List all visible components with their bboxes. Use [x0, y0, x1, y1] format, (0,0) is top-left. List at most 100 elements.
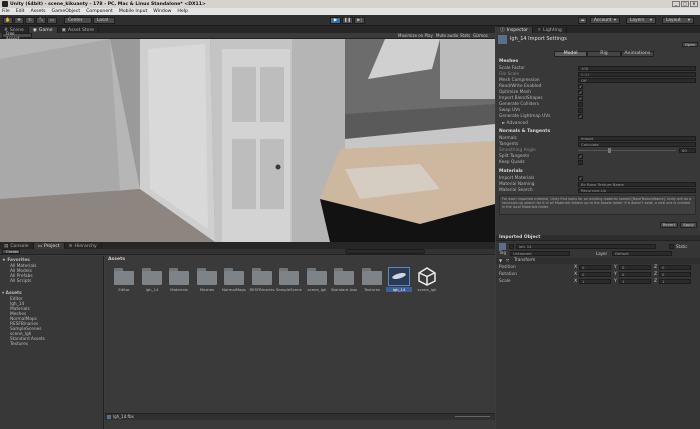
- rotate-tool-button[interactable]: ↻: [25, 17, 35, 24]
- revert-button[interactable]: Revert: [660, 222, 678, 228]
- menu-component[interactable]: Component: [86, 9, 113, 14]
- rect-tool-button[interactable]: ▭: [47, 17, 57, 24]
- folder-icon[interactable]: [279, 268, 299, 285]
- main-toolbar: ✋ ✥ ↻ ⤡ ▭ Center Local ▶ ❚❚ ▶| ☁ Account…: [0, 15, 700, 26]
- step-button[interactable]: ▶|: [354, 17, 365, 24]
- tab-project-label: Project: [43, 243, 60, 249]
- import-materials-checkbox[interactable]: ✓: [578, 176, 583, 181]
- minimize-button[interactable]: _: [672, 1, 680, 7]
- hand-tool-button[interactable]: ✋: [3, 17, 13, 24]
- split-tangents-checkbox[interactable]: ✓: [578, 154, 583, 159]
- menu-assets[interactable]: Assets: [31, 9, 46, 14]
- menu-file[interactable]: File: [2, 9, 10, 14]
- maximize-on-play-toggle[interactable]: Maximize on Play: [398, 33, 433, 38]
- pause-button[interactable]: ❚❚: [342, 17, 353, 24]
- layers-dropdown[interactable]: Layers ▾: [626, 17, 656, 24]
- scale-z-field[interactable]: 1: [659, 279, 691, 284]
- import-blendshapes-checkbox[interactable]: ✓: [578, 96, 583, 101]
- position-z-field[interactable]: 0: [659, 265, 691, 270]
- tab-model[interactable]: Model: [554, 51, 588, 57]
- position-x-field[interactable]: 0: [579, 265, 611, 270]
- layer-dropdown[interactable]: Default: [612, 251, 672, 256]
- account-dropdown[interactable]: Account ▾: [590, 17, 620, 24]
- smoothing-slider-track[interactable]: [578, 150, 676, 151]
- cloud-button[interactable]: ☁: [578, 17, 587, 24]
- smoothing-slider-handle[interactable]: [608, 148, 611, 153]
- static-checkbox[interactable]: [669, 244, 674, 249]
- folder-icon[interactable]: [169, 268, 189, 285]
- object-name-field[interactable]: lgh_14: [516, 244, 656, 249]
- assets-root[interactable]: ▾ Assets: [2, 291, 22, 296]
- layout-dropdown[interactable]: Layout ▾: [662, 17, 694, 24]
- folder-icon[interactable]: [252, 268, 272, 285]
- folder-icon[interactable]: [224, 268, 244, 285]
- folder-icon[interactable]: [197, 268, 217, 285]
- tree-fav-all-scripts[interactable]: All Scripts: [10, 279, 31, 284]
- folder-icon[interactable]: [334, 268, 354, 285]
- mute-audio-toggle[interactable]: Mute audio: [436, 33, 458, 38]
- material-naming-dropdown[interactable]: By Base Texture Name: [578, 182, 696, 187]
- pivot-toggle[interactable]: Center: [64, 17, 92, 24]
- game-viewport[interactable]: [0, 39, 495, 242]
- icon-size-slider[interactable]: [455, 416, 490, 417]
- scale-y-field[interactable]: 1: [619, 279, 651, 284]
- active-checkbox[interactable]: [509, 244, 514, 249]
- material-search-dropdown[interactable]: Recursive-Up: [578, 188, 696, 193]
- normals-dropdown[interactable]: Import: [578, 136, 696, 141]
- rotation-z-field[interactable]: 0: [659, 272, 691, 277]
- close-button[interactable]: ×: [690, 1, 698, 7]
- menu-mobile-input[interactable]: Mobile Input: [119, 9, 147, 14]
- keep-quads-checkbox[interactable]: [578, 160, 583, 165]
- advanced-foldout[interactable]: ► Advanced: [502, 121, 528, 126]
- breadcrumb[interactable]: Assets: [108, 257, 125, 262]
- rotation-x-field[interactable]: 0: [579, 272, 611, 277]
- tag-dropdown[interactable]: Untagged: [510, 251, 570, 256]
- menu-help[interactable]: Help: [177, 9, 187, 14]
- rotation-y-field[interactable]: 0: [619, 272, 651, 277]
- tangents-dropdown[interactable]: Calculate: [578, 142, 696, 147]
- stats-toggle[interactable]: Stats: [460, 33, 470, 38]
- play-button[interactable]: ▶: [330, 17, 341, 24]
- folder-icon[interactable]: [142, 268, 162, 285]
- swap-uvs-checkbox[interactable]: [578, 108, 583, 113]
- folder-icon[interactable]: [362, 268, 382, 285]
- maximize-button[interactable]: □: [681, 1, 689, 7]
- project-search-input[interactable]: [345, 249, 425, 254]
- tab-inspector[interactable]: ⓘ Inspector: [496, 27, 534, 33]
- tab-lighting[interactable]: ☼ Lighting: [533, 27, 567, 33]
- menu-edit[interactable]: Edit: [16, 9, 25, 14]
- scale-x-field[interactable]: 1: [579, 279, 611, 284]
- optimize-mesh-checkbox[interactable]: ✓: [578, 90, 583, 95]
- aspect-dropdown[interactable]: Free Aspect: [2, 31, 32, 41]
- move-tool-button[interactable]: ✥: [14, 17, 24, 24]
- grid-item-resfbinaries-label: RESFBinaries: [249, 287, 275, 292]
- position-y-field[interactable]: 0: [619, 265, 651, 270]
- scene-tab-bar: # Scene ◉ Game ▣ Asset Store: [0, 26, 495, 33]
- tree-item-textures[interactable]: Textures: [10, 342, 28, 347]
- tab-rig[interactable]: Rig: [587, 51, 621, 57]
- space-toggle[interactable]: Local: [93, 17, 115, 24]
- position-y-label: Y: [614, 265, 617, 270]
- read-write-checkbox[interactable]: ✓: [578, 84, 583, 89]
- mesh-compression-dropdown[interactable]: Off: [578, 78, 696, 83]
- tab-animations[interactable]: Animations: [620, 51, 654, 57]
- scale-tool-button[interactable]: ⤡: [36, 17, 46, 24]
- create-dropdown[interactable]: Create: [2, 249, 20, 254]
- menu-window[interactable]: Window: [153, 9, 171, 14]
- model-icon[interactable]: [388, 267, 410, 286]
- favorites-header[interactable]: ★ Favorites: [2, 258, 30, 263]
- folder-icon[interactable]: [307, 268, 327, 285]
- generate-colliders-checkbox[interactable]: [578, 102, 583, 107]
- generate-lightmap-uvs-checkbox[interactable]: ✓: [578, 114, 583, 119]
- smoothing-angle-input[interactable]: 60: [679, 148, 696, 153]
- unity-scene-icon[interactable]: [417, 267, 437, 286]
- apply-button[interactable]: Apply: [680, 222, 697, 228]
- scale-factor-input[interactable]: 100: [578, 66, 696, 71]
- inspector-tab-bar: ⓘ Inspector ☼ Lighting: [496, 26, 700, 33]
- hand-icon: ✋: [5, 18, 11, 23]
- menu-gameobject[interactable]: GameObject: [52, 9, 81, 14]
- open-button[interactable]: Open: [682, 42, 698, 47]
- folder-icon[interactable]: [114, 268, 134, 285]
- transform-header[interactable]: ▼ ⤧ Transform: [496, 258, 700, 264]
- gizmos-toggle[interactable]: Gizmos: [473, 33, 488, 38]
